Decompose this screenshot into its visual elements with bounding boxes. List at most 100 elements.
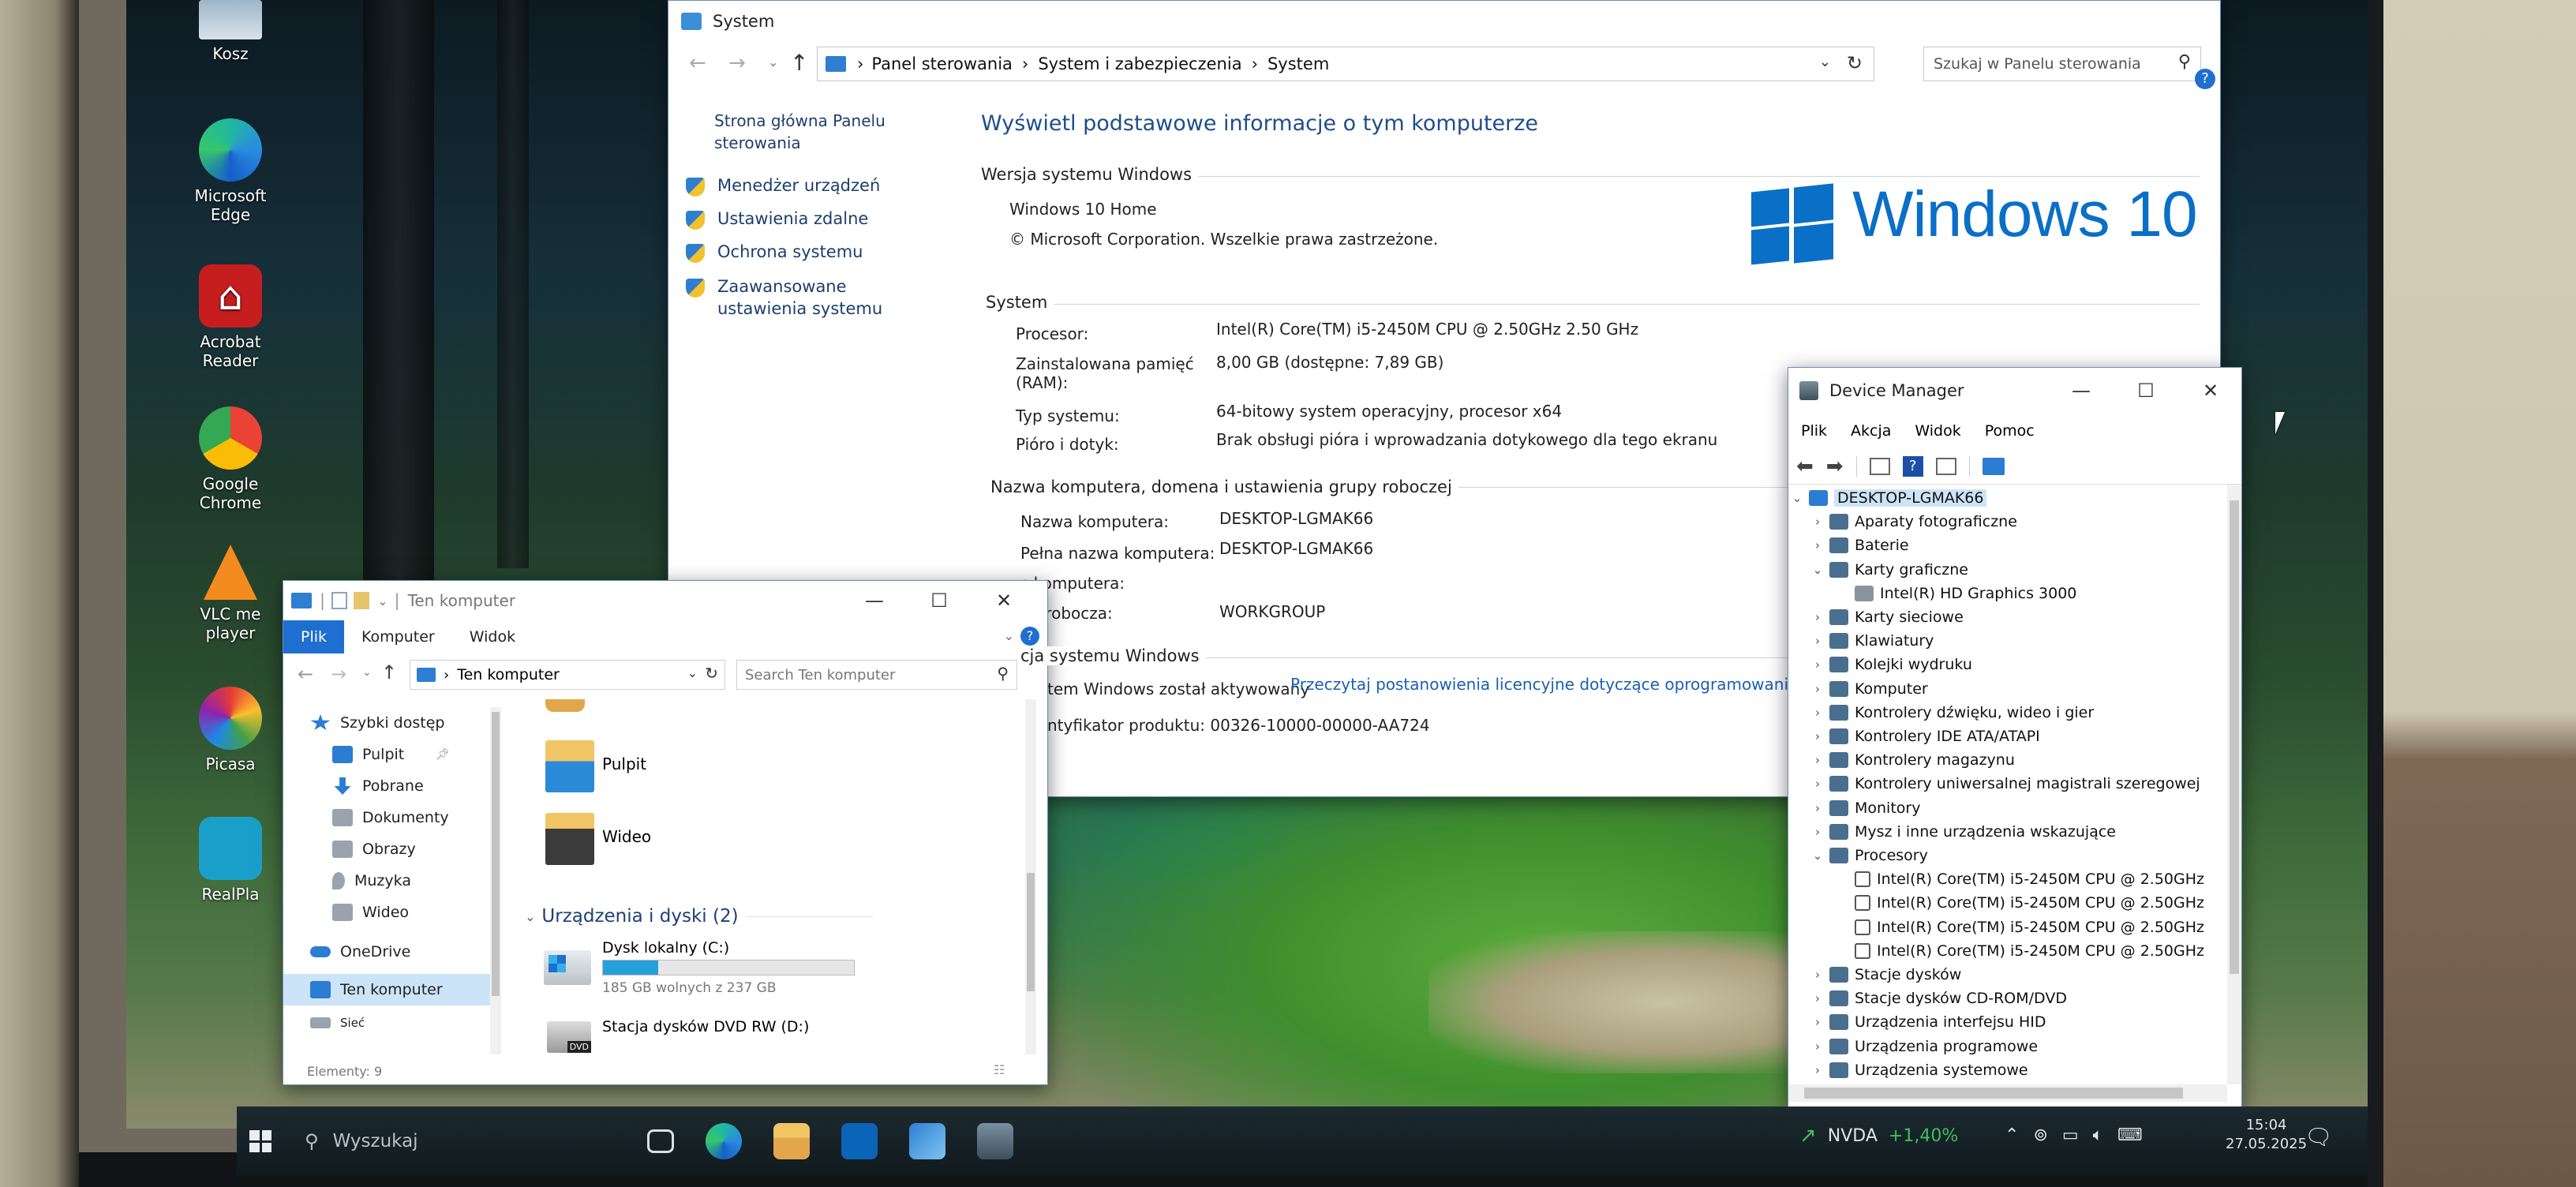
desktop-icon-recycle-bin[interactable]: Kosz [183, 0, 278, 63]
tree-category[interactable]: › Mysz i inne urządzenia wskazujące [1809, 820, 2116, 844]
dm-menu-action[interactable]: Akcja [1851, 422, 1891, 440]
tree-category[interactable]: › Kontrolery dźwięku, wideo i gier [1809, 701, 2094, 725]
explorer-forward-icon[interactable]: → [331, 663, 346, 685]
nav-desktop[interactable]: Pulpit 📌︎ [332, 739, 450, 770]
explorer-maximize-button[interactable]: ☐ [907, 581, 972, 620]
desktop-icon-vlc[interactable]: VLC me player [183, 545, 278, 642]
desktop-icon-edge[interactable]: Microsoft Edge [183, 118, 278, 224]
explorer-address-dropdown-icon[interactable]: ⌄ [687, 665, 698, 680]
dm-close-button[interactable]: ✕ [2178, 368, 2243, 414]
explorer-recent-icon[interactable]: ⌄ [362, 666, 372, 679]
dm-maximize-button[interactable]: ☐ [2114, 368, 2178, 414]
tree-category[interactable]: › Kolejki wydruku [1809, 653, 1972, 676]
desktop-icon-acrobat[interactable]: ⌂ Acrobat Reader [183, 264, 278, 370]
folder-videos[interactable]: Wideo [536, 813, 1009, 876]
explorer-refresh-icon[interactable]: ↻ [705, 664, 718, 683]
task-view-icon[interactable] [647, 1129, 674, 1153]
recent-chevron-icon[interactable]: ⌄ [768, 54, 778, 69]
back-arrow-icon[interactable]: ← [689, 51, 706, 75]
tree-device[interactable]: Intel(R) Core(TM) i5-2450M CPU @ 2.50GHz [1834, 891, 2204, 915]
dm-horizontal-scrollbar[interactable] [1788, 1084, 2227, 1102]
drive-c[interactable]: Dysk lokalny (C:) 185 GB wolnych z 237 G… [536, 936, 1009, 999]
tree-category[interactable]: › Aparaty fotograficzne [1809, 510, 2017, 534]
dm-back-icon[interactable]: ⬅ [1796, 455, 1814, 478]
dm-menu-file[interactable]: Plik [1801, 422, 1827, 440]
device-manager-icon[interactable] [977, 1123, 1013, 1159]
breadcrumb-system[interactable]: System [1267, 54, 1329, 73]
explorer-back-icon[interactable]: ← [298, 663, 313, 685]
breadcrumb-panel-sterowania[interactable]: Panel sterowania [871, 54, 1013, 73]
tree-category[interactable]: › Stacje dysków [1809, 963, 1961, 987]
content-scrollbar[interactable] [1025, 699, 1036, 1054]
taskbar-search[interactable]: ⚲ Wyszukaj [284, 1117, 631, 1166]
system-address-bar[interactable]: › Panel sterowania › System i zabezpiecz… [817, 47, 1874, 81]
nav-quick-access[interactable]: Szybki dostęp [310, 707, 444, 739]
tree-category[interactable]: ⌄ Karty graficzne [1809, 558, 1968, 582]
edge-icon[interactable] [706, 1123, 742, 1159]
control-panel-icon[interactable] [909, 1123, 945, 1159]
explorer-title-bar[interactable]: | ⌄ | Ten komputer — ☐ ✕ [283, 581, 1047, 620]
folder-desktop[interactable]: Pulpit [536, 740, 1009, 803]
notifications-icon[interactable]: 🗨︎ [2305, 1124, 2333, 1150]
nav-onedrive[interactable]: OneDrive [310, 936, 410, 968]
dm-view-icon[interactable] [1935, 457, 1956, 475]
dm-menu-help[interactable]: Pomoc [1985, 422, 2035, 440]
dm-scan-hardware-icon[interactable] [1982, 457, 2005, 475]
dm-help-icon[interactable]: ? [1902, 455, 1923, 477]
ribbon-tab-view[interactable]: Widok [452, 621, 533, 653]
dm-forward-icon[interactable]: ➡ [1826, 455, 1844, 478]
tree-device[interactable]: Intel(R) Core(TM) i5-2450M CPU @ 2.50GHz [1834, 939, 2204, 963]
file-explorer-icon[interactable] [773, 1123, 810, 1159]
tree-category[interactable]: ⌄ Procesory [1809, 844, 1928, 867]
keyboard-icon[interactable]: ⌨ [2117, 1125, 2143, 1145]
explorer-close-button[interactable]: ✕ [972, 581, 1036, 620]
forward-arrow-icon[interactable]: → [728, 51, 746, 75]
tree-category[interactable]: › Urządzenia systemowe [1809, 1058, 2028, 1082]
dm-minimize-button[interactable]: — [2049, 368, 2114, 414]
stock-widget[interactable]: ↗ NVDA +1,40% [1799, 1124, 1958, 1148]
network-icon[interactable]: ⊚ [2033, 1125, 2047, 1145]
drive-d[interactable]: DVD Stacja dysków DVD RW (D:) [536, 1013, 1009, 1062]
battery-icon[interactable]: ▭ [2062, 1125, 2079, 1145]
explorer-help-icon[interactable]: ? [1020, 627, 1039, 646]
system-title-bar[interactable]: System [668, 1, 2220, 42]
ribbon-expand-icon[interactable]: ⌄ [1004, 628, 1014, 643]
drives-group-header[interactable]: ⌄ Urządzenia i dyski (2) [525, 906, 873, 927]
breadcrumb-system-security[interactable]: System i zabezpieczenia [1038, 54, 1241, 73]
tree-category[interactable]: › Urządzenia interfejsu HID [1809, 1010, 2046, 1034]
outlook-icon[interactable] [841, 1123, 878, 1159]
explorer-search-box[interactable]: Search Ten komputer ⚲ [736, 660, 1017, 690]
nav-music[interactable]: Muzyka [332, 865, 411, 897]
desktop-icon-realplayer[interactable]: RealPla [183, 817, 278, 904]
tree-category[interactable]: › Kontrolery IDE ATA/ATAPI [1809, 725, 2040, 748]
tree-category[interactable]: › Kontrolery uniwersalnej magistrali szer… [1809, 772, 2200, 796]
refresh-icon[interactable]: ↻ [1847, 52, 1863, 74]
tree-category[interactable]: › Komputer [1809, 677, 1928, 701]
nav-videos[interactable]: Wideo [332, 897, 409, 928]
help-icon[interactable]: ? [2195, 69, 2215, 89]
new-folder-icon[interactable] [354, 592, 370, 609]
taskbar-clock[interactable]: 15:04 27.05.2025 [2226, 1116, 2307, 1154]
license-terms-link[interactable]: Przeczytaj postanowienia licencyjne doty… [1290, 673, 1844, 695]
nav-documents[interactable]: Dokumenty [332, 802, 449, 833]
ribbon-tab-computer[interactable]: Komputer [344, 621, 452, 653]
tree-root[interactable]: ⌄ DESKTOP-LGMAK66 [1788, 486, 1987, 510]
nav-network[interactable]: Sieć [310, 1012, 365, 1034]
control-panel-home-link[interactable]: Strona główna Panelu sterowania [714, 110, 919, 154]
nav-scrollbar[interactable] [490, 707, 501, 1054]
desktop-icon-chrome[interactable]: Google Chrome [183, 406, 278, 512]
explorer-up-icon[interactable]: ↑ [381, 661, 397, 683]
ribbon-tab-file[interactable]: Plik [283, 620, 345, 653]
tree-device[interactable]: Intel(R) Core(TM) i5-2450M CPU @ 2.50GHz [1834, 867, 2204, 891]
tree-category[interactable]: › Stacje dysków CD-ROM/DVD [1809, 987, 2067, 1010]
device-manager-title-bar[interactable]: Device Manager — ☐ ✕ [1788, 368, 2241, 414]
tree-device[interactable]: Intel(R) HD Graphics 3000 [1834, 582, 2076, 605]
up-arrow-icon[interactable]: ↑ [790, 50, 808, 76]
dm-menu-view[interactable]: Widok [1915, 422, 1960, 440]
tree-category[interactable]: › Urządzenia programowe [1809, 1035, 2038, 1058]
nav-pictures[interactable]: Obrazy [332, 833, 416, 865]
address-dropdown-icon[interactable]: ⌄ [1819, 54, 1831, 70]
tree-category[interactable]: › Kontrolery magazynu [1809, 748, 2015, 772]
start-button[interactable] [237, 1130, 284, 1152]
volume-icon[interactable]: 🔈︎ [2093, 1125, 2103, 1145]
